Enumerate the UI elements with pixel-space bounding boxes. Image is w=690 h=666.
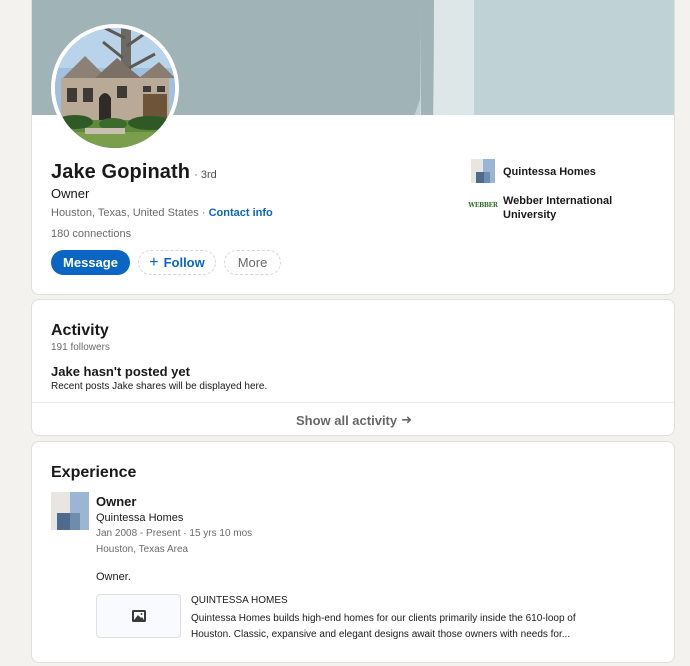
quintessa-logo-icon[interactable] [51, 492, 89, 530]
location-row: Houston, Texas, United States · Contact … [51, 207, 273, 219]
followers-count: 191 followers [51, 342, 110, 353]
profile-headline: Owner [51, 186, 90, 201]
connections-count: 180 connections [51, 228, 132, 240]
connection-degree: · 3rd [194, 169, 217, 181]
profile-side-list: Quintessa Homes WEBBER Webber Internatio… [468, 159, 641, 233]
media-thumbnail[interactable] [96, 594, 181, 638]
follow-button[interactable]: + Follow [138, 250, 216, 275]
side-item-current-company[interactable]: Quintessa Homes [471, 159, 641, 183]
experience-dates: Jan 2008 - Present · 15 yrs 10 mos [96, 528, 253, 539]
media-description-line: Quintessa Homes builds high-end homes fo… [191, 613, 576, 624]
media-description: Quintessa Homes builds high-end homes fo… [191, 611, 661, 643]
follow-label: Follow [163, 255, 205, 270]
avatar[interactable] [51, 24, 179, 152]
experience-company: Quintessa Homes [96, 512, 184, 524]
side-item-label: Quintessa Homes [503, 166, 596, 178]
house-photo [55, 28, 175, 148]
message-button[interactable]: Message [51, 250, 130, 275]
show-all-activity-button[interactable]: Show all activity ➜ [32, 403, 674, 435]
profile-location: Houston, Texas, United States [51, 207, 199, 219]
quintessa-logo-icon [471, 159, 495, 183]
experience-location: Houston, Texas Area [96, 544, 189, 555]
webber-logo-icon: WEBBER [468, 202, 498, 209]
activity-empty-subtitle: Recent posts Jake shares will be display… [51, 381, 268, 392]
profile-name: Jake Gopinath [51, 161, 191, 183]
arrow-right-icon: ➜ [401, 412, 413, 427]
image-icon [131, 610, 146, 622]
activity-title: Activity [51, 322, 109, 339]
experience-title: Experience [51, 464, 137, 481]
activity-empty-title: Jake hasn't posted yet [51, 364, 190, 379]
profile-actions: Message + Follow More [51, 250, 281, 275]
experience-section: Experience Owner Quintessa Homes Jan 200… [31, 441, 675, 663]
experience-position-title: Owner [96, 494, 137, 509]
more-button[interactable]: More [224, 250, 281, 275]
experience-description: Owner. [96, 571, 131, 583]
plus-icon: + [149, 253, 159, 271]
show-all-label: Show all activity [295, 412, 398, 428]
media-title[interactable]: QUINTESSA HOMES [191, 595, 288, 606]
contact-info-link[interactable]: Contact info [209, 207, 273, 219]
media-description-line: Houston. Classic, expansive and elegant … [191, 629, 571, 640]
side-item-label: Webber International University [503, 195, 613, 221]
profile-top-card: Jake Gopinath · 3rd Owner Houston, Texas… [31, 0, 675, 295]
activity-section: Activity 191 followers Jake hasn't poste… [31, 299, 675, 436]
side-item-education[interactable]: WEBBER Webber International University [468, 194, 641, 222]
location-separator: · [198, 207, 209, 219]
